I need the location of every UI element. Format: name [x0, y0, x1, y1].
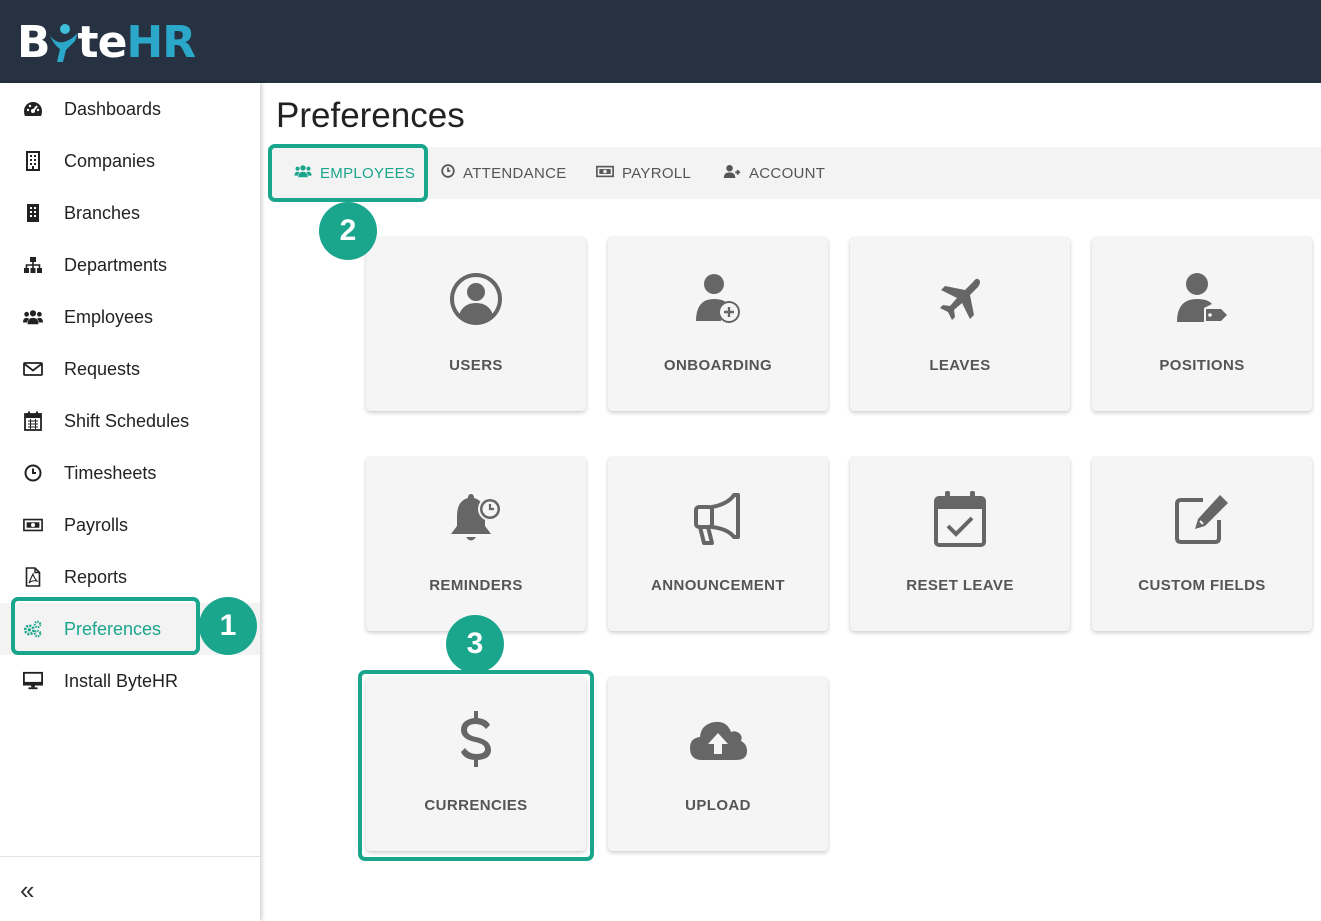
tab-label: ACCOUNT	[749, 164, 826, 182]
calendar-icon	[23, 411, 43, 431]
card-label: CURRENCIES	[424, 797, 528, 814]
card-label: UPLOAD	[685, 797, 751, 814]
tab-label: ATTENDANCE	[463, 164, 567, 182]
sidebar-item-label: Companies	[64, 150, 156, 171]
sidebar-item-branches[interactable]: Branches	[0, 187, 260, 239]
sidebar-item-label: Preferences	[64, 618, 162, 639]
bullhorn-icon	[608, 489, 828, 549]
users-icon	[294, 164, 320, 182]
sidebar-item-label: Dashboards	[64, 98, 162, 119]
card-upload[interactable]: UPLOAD	[608, 677, 828, 851]
card-leaves[interactable]: LEAVES	[850, 237, 1070, 411]
user-circle-icon	[366, 269, 586, 329]
cloud-upload-icon	[608, 709, 828, 769]
tab-label: EMPLOYEES	[320, 164, 416, 182]
step-badge-1: 1	[199, 597, 257, 655]
money-bill-icon	[596, 165, 622, 182]
sidebar: Dashboards Companies Branches Department…	[0, 83, 260, 921]
sidebar-item-label: Branches	[64, 202, 141, 223]
logo-figure-icon	[48, 20, 80, 64]
sidebar-item-reports[interactable]: Reports	[0, 551, 260, 603]
sidebar-item-label: Reports	[64, 566, 128, 587]
card-reset-leave[interactable]: RESET LEAVE	[850, 457, 1070, 631]
bytehr-logo[interactable]: B te HR	[17, 17, 196, 68]
tachometer-icon	[23, 99, 43, 119]
card-custom-fields[interactable]: CUSTOM FIELDS	[1092, 457, 1312, 631]
sidebar-footer: «	[0, 856, 260, 921]
clock-icon	[441, 164, 463, 182]
sitemap-icon	[23, 255, 43, 275]
top-bar: B te HR	[0, 0, 1321, 83]
desktop-icon	[23, 671, 43, 691]
card-reminders[interactable]: REMINDERS	[366, 457, 586, 631]
sidebar-item-install-bytehr[interactable]: Install ByteHR	[0, 655, 260, 707]
tab-label: PAYROLL	[622, 164, 692, 182]
step-badge-3: 3	[446, 615, 504, 673]
clock-icon	[23, 463, 43, 483]
sidebar-item-payrolls[interactable]: Payrolls	[0, 499, 260, 551]
tab-bar: EMPLOYEES ATTENDANCE PAYROLL ACCOUNT	[268, 147, 1321, 199]
sidebar-item-label: Install ByteHR	[64, 670, 179, 691]
file-pdf-icon	[23, 567, 43, 587]
sidebar-item-departments[interactable]: Departments	[0, 239, 260, 291]
card-announcement[interactable]: ANNOUNCEMENT	[608, 457, 828, 631]
card-label: RESET LEAVE	[906, 577, 1014, 594]
card-label: ANNOUNCEMENT	[651, 577, 785, 594]
building-outline-icon	[23, 151, 43, 171]
step-badge-2: 2	[319, 202, 377, 260]
tab-attendance[interactable]: ATTENDANCE	[441, 147, 567, 199]
sidebar-item-label: Shift Schedules	[64, 410, 190, 431]
sidebar-item-companies[interactable]: Companies	[0, 135, 260, 187]
card-label: REMINDERS	[429, 577, 523, 594]
cogs-icon	[23, 619, 43, 639]
edit-icon	[1092, 489, 1312, 549]
sidebar-item-label: Payrolls	[64, 514, 129, 535]
sidebar-item-requests[interactable]: Requests	[0, 343, 260, 395]
card-positions[interactable]: POSITIONS	[1092, 237, 1312, 411]
dollar-icon	[366, 709, 586, 769]
card-label: USERS	[449, 357, 503, 374]
user-tag-icon	[1092, 269, 1312, 329]
sidebar-item-label: Departments	[64, 254, 168, 275]
sidebar-item-employees[interactable]: Employees	[0, 291, 260, 343]
calendar-check-icon	[850, 489, 1070, 549]
sidebar-item-label: Requests	[64, 358, 141, 379]
card-label: CUSTOM FIELDS	[1138, 577, 1266, 594]
sidebar-item-shift-schedules[interactable]: Shift Schedules	[0, 395, 260, 447]
sidebar-item-label: Employees	[64, 306, 154, 327]
bell-clock-icon	[366, 489, 586, 549]
card-label: POSITIONS	[1159, 357, 1245, 374]
card-currencies[interactable]: CURRENCIES	[366, 677, 586, 851]
page-title: Preferences	[276, 96, 465, 135]
envelope-icon	[23, 359, 43, 379]
user-plus-icon	[608, 269, 828, 329]
plane-icon	[850, 269, 1070, 329]
money-bill-icon	[23, 515, 43, 535]
card-label: ONBOARDING	[663, 357, 773, 374]
user-plus-icon	[723, 164, 749, 183]
card-onboarding[interactable]: ONBOARDING	[608, 237, 828, 411]
collapse-sidebar-button[interactable]: «	[20, 875, 34, 906]
tab-account[interactable]: ACCOUNT	[723, 147, 825, 199]
sidebar-item-label: Timesheets	[64, 462, 157, 483]
sidebar-item-timesheets[interactable]: Timesheets	[0, 447, 260, 499]
sidebar-item-dashboards[interactable]: Dashboards	[0, 83, 260, 135]
tab-payroll[interactable]: PAYROLL	[596, 147, 691, 199]
users-icon	[23, 307, 43, 327]
tab-employees[interactable]: EMPLOYEES	[294, 147, 415, 199]
card-users[interactable]: USERS	[366, 237, 586, 411]
building-icon	[23, 203, 43, 223]
card-label: LEAVES	[929, 357, 991, 374]
